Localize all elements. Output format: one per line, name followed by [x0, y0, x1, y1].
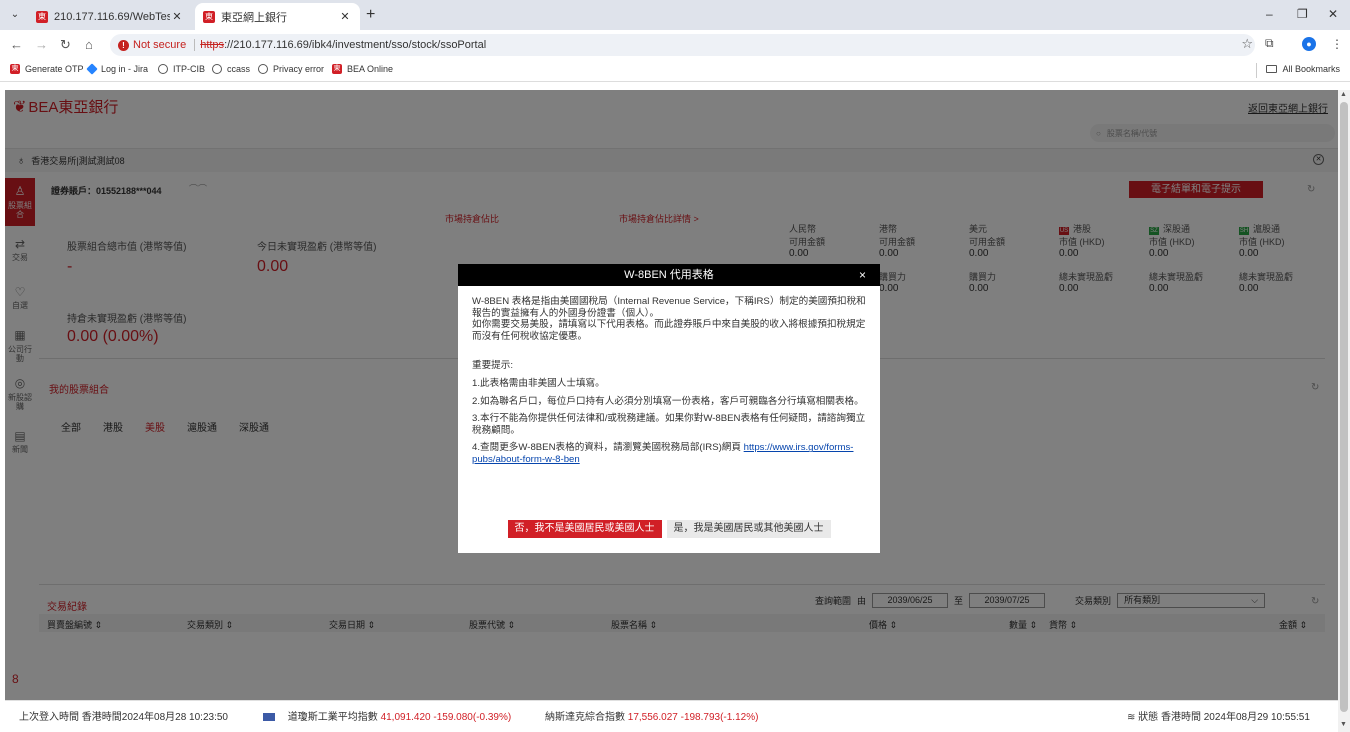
bea-favicon-icon: 東 — [10, 64, 20, 74]
bookmark-ccass[interactable]: ccass — [212, 64, 250, 74]
dialog-title: W-8BEN 代用表格 — [624, 269, 714, 281]
all-bookmarks-button[interactable]: All Bookmarks — [1266, 64, 1340, 74]
forward-arrow-icon[interactable]: → — [35, 37, 48, 52]
scroll-up-icon[interactable]: ▲ — [1340, 91, 1347, 98]
tab-label: 東亞網上銀行 — [221, 11, 287, 24]
globe-icon — [258, 64, 268, 74]
connection-status: ≋ 狀態 香港時間 2024年08月29 10:55:51 — [1127, 712, 1310, 723]
new-tab-icon[interactable]: + — [366, 6, 375, 24]
url-separator — [194, 39, 196, 51]
last-login-time: 上次登入時間 香港時間2024年08月28 10:23:50 — [19, 712, 228, 723]
page-scrollbar[interactable]: ▲ ▼ — [1338, 90, 1350, 732]
bea-favicon-icon: 東 — [36, 10, 48, 23]
bookmark-itp-cib[interactable]: ITP-CIB — [158, 64, 205, 74]
url-input[interactable]: ! Not secure https ://210.177.116.69/ibk… — [110, 34, 1255, 56]
not-secure-label[interactable]: Not secure — [133, 39, 186, 51]
minimize-icon[interactable]: – — [1266, 7, 1273, 21]
note-4: 4.查閱更多W-8BEN表格的資料，請瀏覽美國稅務局部(IRS)網頁 https… — [472, 442, 854, 465]
bookmark-jira[interactable]: Log in - Jira — [86, 63, 148, 75]
bookmark-generate-otp[interactable]: 東 Generate OTP — [10, 64, 84, 74]
globe-icon — [212, 64, 222, 74]
notes-title: 重要提示: — [472, 360, 514, 372]
dow-index: 道瓊斯工業平均指數 41,091.420 -159.080(-0.39%) — [263, 708, 511, 723]
bea-favicon-icon: 東 — [332, 64, 342, 74]
more-menu-icon[interactable]: ⋮ — [1331, 37, 1343, 51]
reload-icon[interactable]: ↻ — [60, 37, 71, 53]
dialog-actions: 否，我不是美國居民或美國人士 是，我是美國居民或其他美國人士 — [458, 520, 880, 538]
bookmark-bea-online[interactable]: 東 BEA Online — [332, 64, 393, 74]
browser-tab-bar: ⌄ 東 210.177.116.69/WebTest/jsp/IB ✕ 東 東亞… — [0, 0, 1350, 30]
bookmarks-bar: 東 Generate OTP Log in - Jira ITP-CIB ccas… — [0, 60, 1350, 82]
scroll-down-icon[interactable]: ▼ — [1340, 721, 1347, 728]
home-icon[interactable]: ⌂ — [85, 37, 93, 52]
tab-search-icon[interactable]: ⌄ — [7, 7, 23, 23]
url-path: ://210.177.116.69/ibk4/investment/sso/st… — [224, 39, 487, 51]
browser-tab-1[interactable]: 東 210.177.116.69/WebTest/jsp/IB ✕ — [28, 3, 192, 30]
back-arrow-icon[interactable]: ← — [10, 37, 23, 52]
globe-icon — [158, 64, 168, 74]
url-scheme: https — [200, 39, 225, 51]
close-icon[interactable]: × — [859, 264, 866, 286]
tab-close-icon[interactable]: ✕ — [338, 10, 352, 23]
bea-favicon-icon: 東 — [203, 10, 215, 23]
note-2: 2.如為聯名戶口，每位戶口持有人必須分別填寫一份表格，客戶可親臨各分行填寫相關表… — [472, 395, 864, 407]
tab-close-icon[interactable]: ✕ — [170, 10, 184, 23]
bookmarks-separator — [1256, 63, 1257, 78]
profile-avatar-icon[interactable]: ● — [1302, 37, 1316, 51]
restore-icon[interactable]: ❐ — [1297, 7, 1308, 21]
jira-icon — [86, 63, 98, 75]
dialog-header: W-8BEN 代用表格 × — [458, 264, 880, 286]
us-flag-icon — [263, 713, 275, 722]
w8ben-dialog: W-8BEN 代用表格 × W-8BEN 表格是指由美國國稅局（Internal… — [458, 264, 880, 553]
nasdaq-index: 納斯達克綜合指數 17,556.027 -198.793(-1.12%) — [545, 712, 759, 723]
bookmark-star-icon[interactable]: ☆ — [1241, 36, 1253, 52]
not-us-person-button[interactable]: 否，我不是美國居民或美國人士 — [507, 520, 662, 538]
note-1: 1.此表格需由非美國人士填寫。 — [472, 377, 605, 389]
wifi-icon: ≋ — [1127, 712, 1136, 723]
dialog-body: W-8BEN 表格是指由美國國稅局（Internal Revenue Servi… — [458, 286, 880, 466]
intro-paragraph-1: W-8BEN 表格是指由美國國稅局（Internal Revenue Servi… — [472, 296, 866, 319]
note-3: 3.本行不能為你提供任何法律和/或稅務建議。如果你對W-8BEN表格有任何疑問，… — [472, 413, 866, 436]
us-person-button[interactable]: 是，我是美國居民或其他美國人士 — [666, 520, 831, 538]
status-bar: 上次登入時間 香港時間2024年08月28 10:23:50 道瓊斯工業平均指數… — [5, 700, 1338, 724]
window-close-icon[interactable]: ✕ — [1328, 7, 1338, 21]
scroll-thumb[interactable] — [1340, 102, 1348, 712]
warning-icon: ! — [118, 39, 129, 51]
browser-tab-2[interactable]: 東 東亞網上銀行 ✕ — [195, 3, 360, 30]
address-toolbar: ← → ↻ ⌂ ! Not secure https ://210.177.11… — [0, 30, 1350, 60]
bookmark-privacy-error[interactable]: Privacy error — [258, 64, 324, 74]
intro-paragraph-2: 如你需要交易美股，請填寫以下代用表格。而此證券賬戶中來自美股的收入將根據預扣稅規… — [472, 319, 866, 342]
folder-icon — [1266, 65, 1278, 73]
tab-label: 210.177.116.69/WebTest/jsp/IB — [54, 10, 170, 23]
extensions-icon[interactable]: ⧉ — [1265, 36, 1274, 51]
